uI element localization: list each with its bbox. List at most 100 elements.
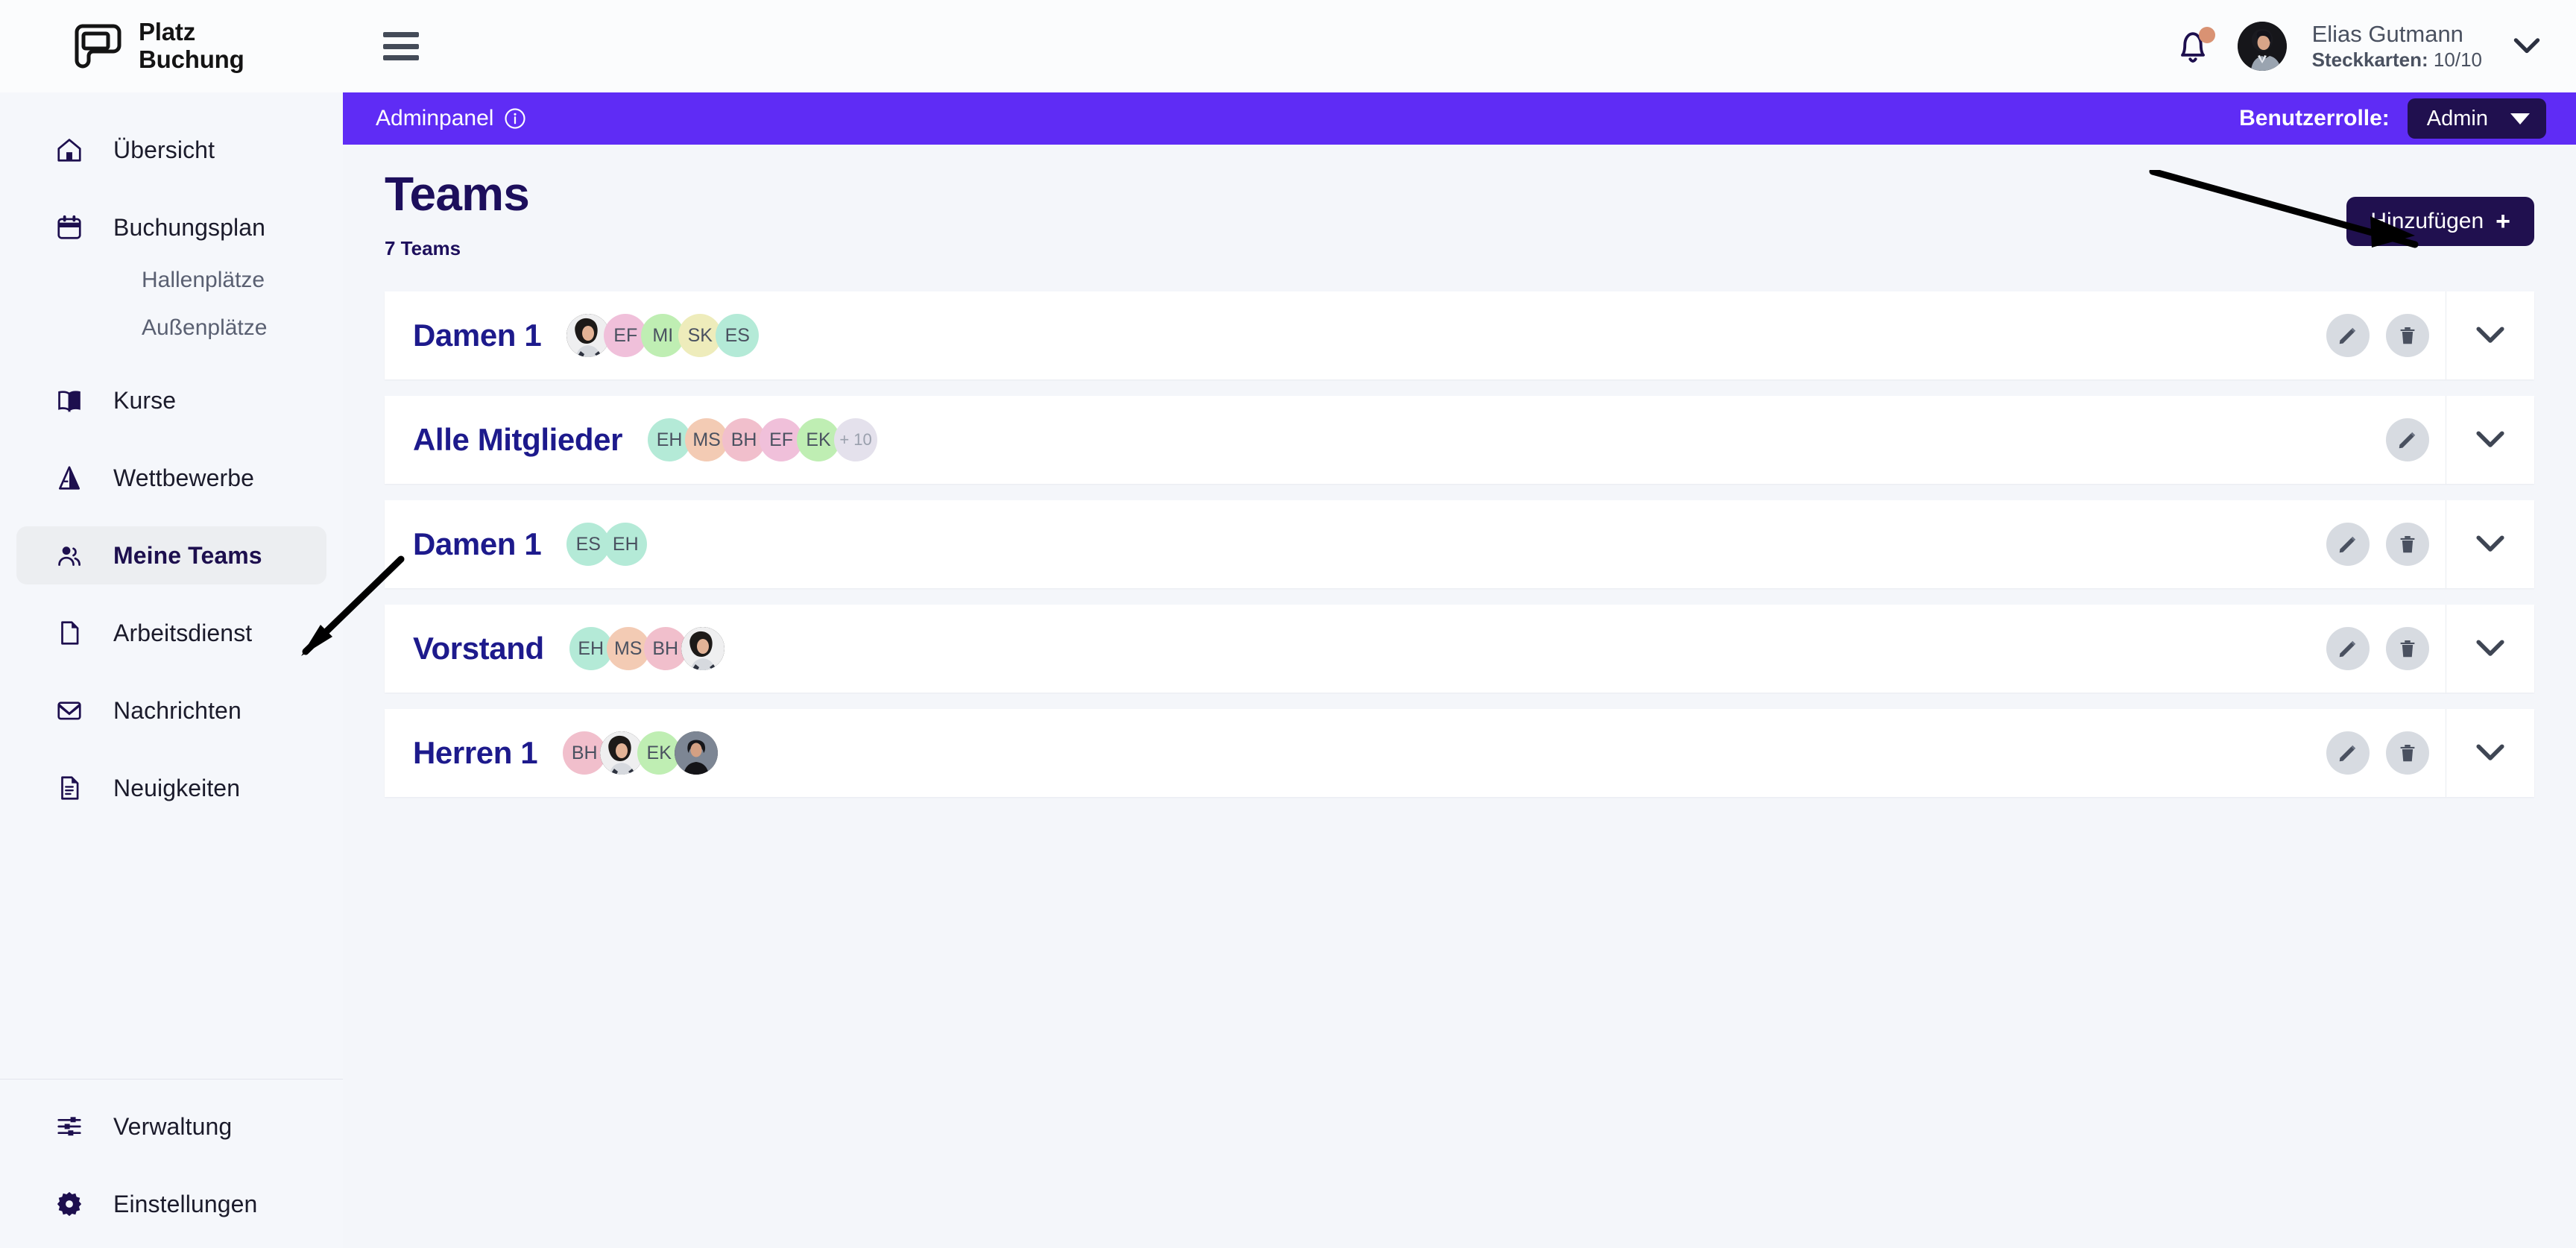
- chevron-down-icon: [2476, 431, 2504, 447]
- page-title-block: Teams 7 Teams: [385, 167, 530, 260]
- topbar-right: Elias Gutmann Steckkarten: 10/10: [2174, 20, 2542, 72]
- team-name: Vorstand: [413, 631, 544, 666]
- team-members-avatars: BH EK: [563, 731, 719, 775]
- hamburger-bar: [383, 32, 419, 37]
- role-selected-value: Admin: [2426, 106, 2488, 130]
- team-name: Damen 1: [413, 526, 542, 561]
- team-name: Herren 1: [413, 735, 538, 770]
- trash-icon: [2400, 327, 2415, 344]
- member-avatar-photo[interactable]: [681, 627, 724, 670]
- edit-team-button[interactable]: [2326, 731, 2370, 775]
- edit-team-button[interactable]: [2386, 418, 2429, 461]
- sidebar-item-wettbewerbe[interactable]: Wettbewerbe: [16, 449, 326, 507]
- sidebar-item-neuigkeiten[interactable]: Neuigkeiten: [16, 759, 326, 817]
- pencil-icon: [2339, 327, 2356, 344]
- expand-team-button[interactable]: [2446, 605, 2534, 693]
- hamburger-bar: [383, 55, 419, 60]
- user-steckkarten: Steckkarten: 10/10: [2312, 48, 2482, 72]
- sidebar-item-ubersicht[interactable]: Übersicht: [16, 121, 326, 179]
- team-name: Alle Mitglieder: [413, 422, 623, 457]
- sidebar: Platz Buchung Übersicht Buchungsplan Hal…: [0, 0, 343, 1248]
- member-avatar-photo[interactable]: [675, 731, 719, 775]
- sidebar-item-label: Arbeitsdienst: [113, 619, 253, 646]
- sidebar-item-label: Kurse: [113, 386, 177, 414]
- sidebar-item-meine-teams[interactable]: Meine Teams: [16, 526, 326, 584]
- pencil-icon: [2339, 745, 2356, 762]
- chevron-down-icon: [2476, 327, 2504, 343]
- avatar[interactable]: [2237, 22, 2287, 71]
- sidebar-item-nachrichten[interactable]: Nachrichten: [16, 681, 326, 740]
- sidebar-item-arbeitsdienst[interactable]: Arbeitsdienst: [16, 604, 326, 662]
- sidebar-nav: Übersicht Buchungsplan Hallenplätze Auße…: [0, 92, 343, 1079]
- row-actions: [2326, 291, 2534, 379]
- member-avatar-initials[interactable]: ES: [716, 314, 760, 357]
- add-team-button-label: Hinzufügen: [2370, 209, 2484, 233]
- sidebar-item-label: Neuigkeiten: [113, 774, 241, 801]
- brand-logo[interactable]: Platz Buchung: [0, 0, 343, 92]
- add-team-button[interactable]: Hinzufügen +: [2346, 197, 2534, 246]
- delete-team-button[interactable]: [2386, 523, 2429, 566]
- main-area: Elias Gutmann Steckkarten: 10/10 Adminpa…: [343, 0, 2576, 1248]
- teams-count: 7 Teams: [385, 237, 461, 259]
- notifications-button[interactable]: [2174, 25, 2215, 67]
- trash-icon: [2400, 640, 2415, 658]
- expand-team-button[interactable]: [2446, 709, 2534, 797]
- expand-team-button[interactable]: [2446, 500, 2534, 588]
- delete-team-button[interactable]: [2386, 627, 2429, 670]
- platz-buchung-logo-icon: [69, 23, 122, 69]
- sidebar-item-label: Einstellungen: [113, 1190, 258, 1217]
- chevron-down-icon[interactable]: [2512, 37, 2542, 56]
- edit-team-button[interactable]: [2326, 523, 2370, 566]
- sidebar-divider: [0, 1079, 343, 1080]
- edit-team-button[interactable]: [2326, 314, 2370, 357]
- edit-team-button[interactable]: [2326, 627, 2370, 670]
- sidebar-item-verwaltung[interactable]: Verwaltung: [16, 1097, 326, 1156]
- topbar: Elias Gutmann Steckkarten: 10/10: [343, 0, 2576, 92]
- hamburger-icon[interactable]: [383, 32, 419, 60]
- delete-team-button[interactable]: [2386, 731, 2429, 775]
- member-avatar-initials[interactable]: EH: [604, 523, 648, 566]
- table-row[interactable]: Damen 1 ES EH: [385, 500, 2534, 588]
- file-icon: [54, 617, 85, 649]
- expand-team-button[interactable]: [2446, 291, 2534, 379]
- table-row[interactable]: Herren 1 BH EK: [385, 709, 2534, 797]
- notification-badge-dot: [2198, 27, 2215, 43]
- page-title: Teams: [385, 167, 530, 221]
- sidebar-item-label: Buchungsplan: [113, 213, 266, 241]
- table-row[interactable]: Vorstand EH MS BH: [385, 605, 2534, 693]
- expand-team-button[interactable]: [2446, 396, 2534, 484]
- team-members-avatars: EH MS BH EF EK + 10: [648, 418, 878, 461]
- user-menu[interactable]: Elias Gutmann Steckkarten: 10/10: [2312, 20, 2482, 72]
- team-members-avatars: EF MI SK ES: [566, 314, 760, 357]
- delete-team-button[interactable]: [2386, 314, 2429, 357]
- trophy-icon: [54, 462, 85, 494]
- sidebar-item-kurse[interactable]: Kurse: [16, 371, 326, 429]
- sidebar-item-label: Wettbewerbe: [113, 464, 255, 491]
- sidebar-item-label: Verwaltung: [113, 1112, 233, 1140]
- member-overflow-count[interactable]: + 10: [834, 418, 878, 461]
- trash-icon: [2400, 745, 2415, 762]
- info-circle-icon[interactable]: [504, 107, 526, 130]
- table-row[interactable]: Alle Mitglieder EH MS BH EF EK + 10: [385, 396, 2534, 484]
- role-select[interactable]: Admin: [2407, 98, 2546, 139]
- sidebar-item-label: Meine Teams: [113, 541, 262, 569]
- table-row[interactable]: Damen 1 EF MI SK ES: [385, 291, 2534, 379]
- steckkarten-label: Steckkarten:: [2311, 48, 2428, 72]
- sidebar-item-label: Übersicht: [113, 136, 215, 163]
- user-name: Elias Gutmann: [2311, 21, 2463, 48]
- sidebar-item-buchungsplan[interactable]: Buchungsplan: [16, 198, 326, 256]
- envelope-icon: [54, 695, 85, 726]
- row-actions: [2326, 605, 2534, 693]
- plus-icon: +: [2496, 207, 2510, 236]
- page-header: Teams 7 Teams Hinzufügen +: [385, 170, 2534, 260]
- admin-panel-bar: Adminpanel Benutzerrolle: Admin: [343, 92, 2576, 145]
- sidebar-subitem-hallenplaetze[interactable]: Hallenplätze: [0, 256, 343, 304]
- sidebar-subitem-aussenplaetze[interactable]: Außenplätze: [0, 304, 343, 352]
- pencil-icon: [2339, 536, 2356, 553]
- sidebar-item-einstellungen[interactable]: Einstellungen: [16, 1175, 326, 1233]
